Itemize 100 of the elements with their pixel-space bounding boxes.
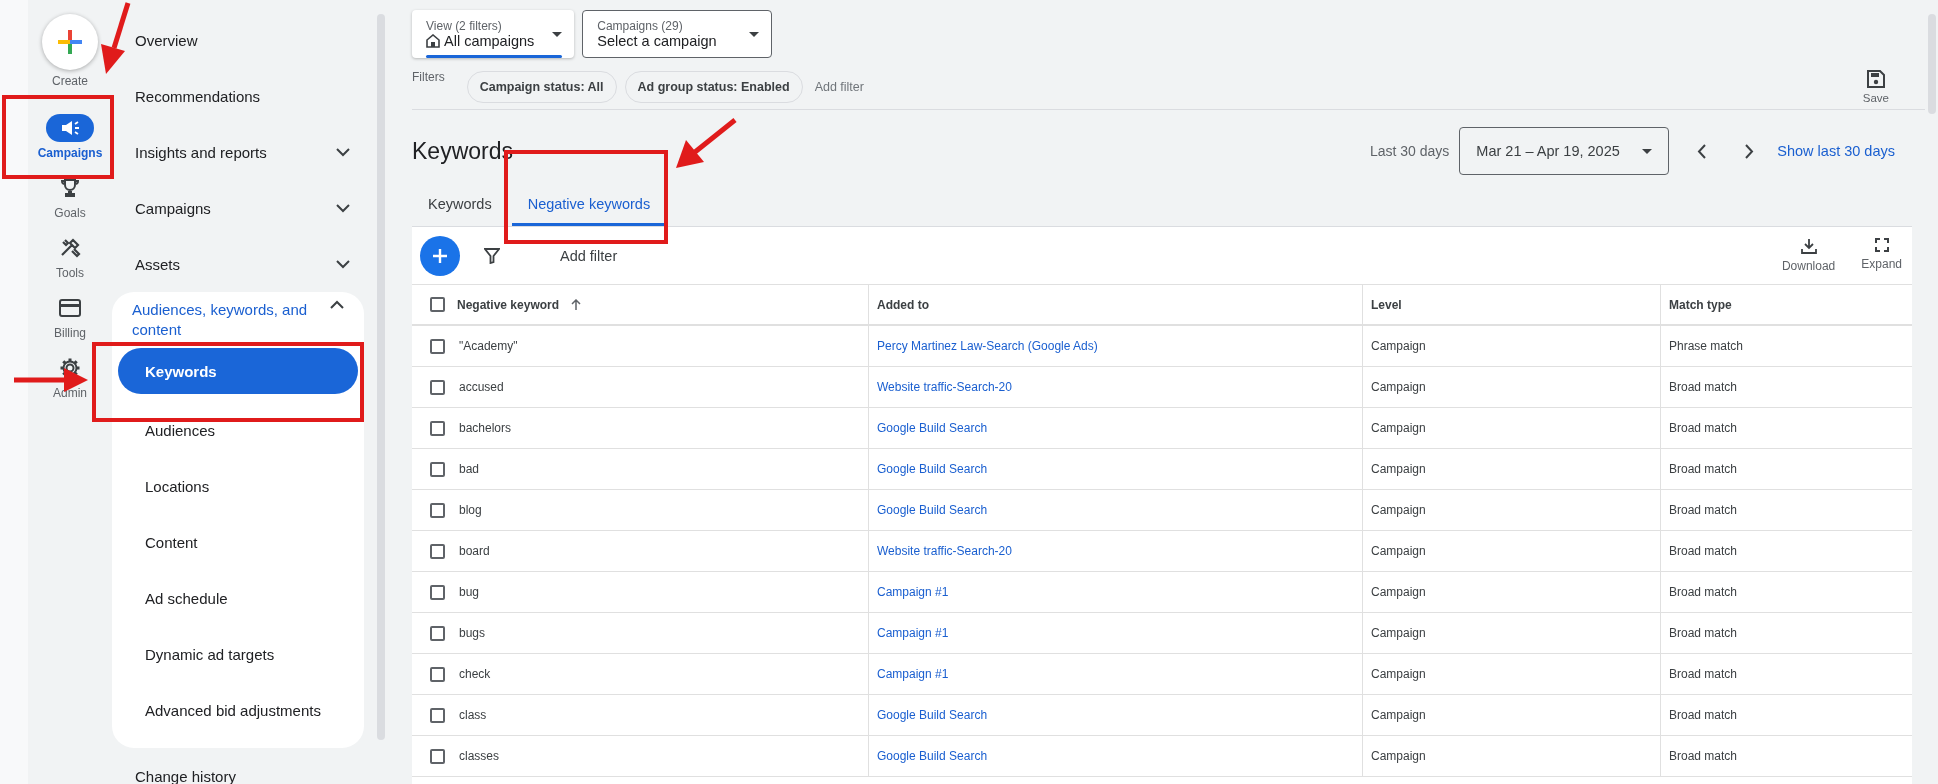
expand-button[interactable]: Expand (1853, 238, 1910, 273)
campaign-link[interactable]: Campaign #1 (877, 585, 949, 599)
nav-item[interactable]: Campaigns (112, 180, 370, 236)
annotation-arrow (101, 2, 131, 74)
checkbox[interactable] (430, 707, 445, 723)
checkbox[interactable] (430, 625, 445, 641)
chevron-icon (330, 300, 344, 309)
filters-label: Filters (412, 70, 445, 84)
megaphone-icon (60, 120, 80, 136)
level-text: Campaign (1371, 749, 1426, 763)
nav-sub-item[interactable]: Dynamic ad targets (112, 626, 364, 682)
add-filter-link[interactable]: Add filter (814, 79, 864, 94)
nav-sub-item[interactable]: Content (112, 514, 364, 570)
rail-nav-item[interactable]: Admin (46, 354, 94, 400)
level-text: Campaign (1371, 667, 1426, 681)
chevron-icon (336, 259, 350, 269)
checkbox[interactable] (430, 502, 445, 518)
checkbox[interactable] (430, 584, 445, 600)
view-selector[interactable]: View (2 filters) All campaigns (412, 10, 575, 58)
save-icon (1866, 70, 1885, 88)
match-type-text: Broad match (1669, 380, 1738, 394)
campaign-link[interactable]: Google Build Search (877, 462, 988, 476)
rail-nav-item[interactable]: Campaigns (37, 114, 103, 160)
keyword-text: classes (459, 749, 499, 763)
filter-chip[interactable]: Campaign status: All (466, 70, 617, 103)
campaign-link[interactable]: Website traffic-Search-20 (877, 544, 1012, 558)
match-type-text: Broad match (1669, 749, 1738, 763)
nav-item[interactable]: Change history (112, 748, 370, 784)
nav-item[interactable]: Overview (112, 12, 370, 68)
nav-item[interactable]: Assets (112, 236, 370, 292)
keyword-text: bad (459, 462, 480, 476)
column-header[interactable]: Added to (877, 297, 929, 312)
campaign-link[interactable]: Campaign #1 (877, 626, 949, 640)
page-title: Keywords (412, 137, 513, 165)
checkbox[interactable] (430, 420, 445, 436)
keyword-text: bug (459, 585, 480, 599)
campaign-link[interactable]: Website traffic-Search-20 (877, 380, 1012, 394)
campaign-link[interactable]: Google Build Search (877, 749, 988, 763)
level-text: Campaign (1371, 380, 1426, 394)
show-last-30-days-link[interactable]: Show last 30 days (1777, 143, 1895, 159)
add-button[interactable] (420, 235, 460, 276)
add-filter-text[interactable]: Add filter (560, 247, 618, 264)
keyword-text: "Academy" (459, 339, 518, 353)
campaign-link[interactable]: Google Build Search (877, 503, 988, 517)
rail-nav-item[interactable]: Goals (46, 174, 94, 220)
nav-item[interactable]: Insights and reports (112, 124, 370, 180)
campaign-link[interactable]: Percy Martinez Law-Search (Google Ads) (877, 339, 1098, 353)
column-header[interactable]: Level (1371, 297, 1402, 312)
match-type-text: Broad match (1669, 708, 1738, 722)
level-text: Campaign (1371, 339, 1426, 353)
plus-icon (432, 247, 448, 264)
download-icon (1800, 238, 1817, 254)
nav-sub-item[interactable]: Keywords (118, 348, 358, 394)
date-range-picker[interactable]: Mar 21 – Apr 19, 2025 (1459, 127, 1670, 175)
level-text: Campaign (1371, 585, 1426, 599)
nav-sub-item[interactable]: Audiences (112, 402, 364, 458)
nav-sub-item[interactable]: Locations (112, 458, 364, 514)
fullscreen-icon (1874, 238, 1889, 252)
create-button[interactable] (42, 14, 98, 70)
tab[interactable]: Keywords (412, 184, 508, 226)
match-type-text: Phrase match (1669, 339, 1744, 353)
checkbox[interactable] (430, 297, 445, 312)
campaign-link[interactable]: Google Build Search (877, 421, 988, 435)
checkbox[interactable] (430, 338, 445, 354)
checkbox[interactable] (430, 666, 445, 682)
column-header[interactable]: Match type (1669, 297, 1732, 312)
home-icon (426, 34, 440, 48)
nav-sub-item[interactable]: Ad schedule (112, 570, 364, 626)
level-text: Campaign (1371, 626, 1426, 640)
checkbox[interactable] (430, 379, 445, 395)
filter-icon (484, 247, 500, 264)
checkbox[interactable] (430, 748, 445, 764)
tools-icon (59, 237, 81, 259)
checkbox[interactable] (430, 461, 445, 477)
dropdown-caret-icon (552, 31, 563, 37)
dropdown-caret-icon (1642, 148, 1653, 154)
keyword-text: blog (459, 503, 482, 517)
campaign-link[interactable]: Campaign #1 (877, 667, 949, 681)
checkbox[interactable] (430, 543, 445, 559)
nav-sub-item[interactable]: Advanced bid adjustments (112, 682, 364, 738)
match-type-text: Broad match (1669, 667, 1738, 681)
chevron-icon (336, 203, 350, 213)
nav-section-item[interactable]: Audiences, keywords, and content (112, 298, 364, 340)
rail-nav-item[interactable]: Billing (46, 294, 94, 340)
nav-item[interactable]: Recommendations (112, 68, 370, 124)
keyword-text: board (459, 544, 490, 558)
level-text: Campaign (1371, 503, 1426, 517)
level-text: Campaign (1371, 462, 1426, 476)
match-type-text: Broad match (1669, 462, 1738, 476)
match-type-text: Broad match (1669, 626, 1738, 640)
download-button[interactable]: Download (1773, 238, 1844, 273)
column-header[interactable]: Negative keyword (457, 297, 560, 312)
date-range-label: Last 30 days (1369, 143, 1450, 159)
campaign-selector[interactable]: Campaigns (29) Select a campaign (582, 10, 773, 58)
filter-chip[interactable]: Ad group status: Enabled (624, 70, 803, 103)
save-button[interactable]: Save (1856, 69, 1895, 105)
create-label: Create (52, 74, 88, 88)
credit-card-icon (59, 299, 81, 317)
rail-nav-item[interactable]: Tools (46, 234, 94, 280)
campaign-link[interactable]: Google Build Search (877, 708, 988, 722)
